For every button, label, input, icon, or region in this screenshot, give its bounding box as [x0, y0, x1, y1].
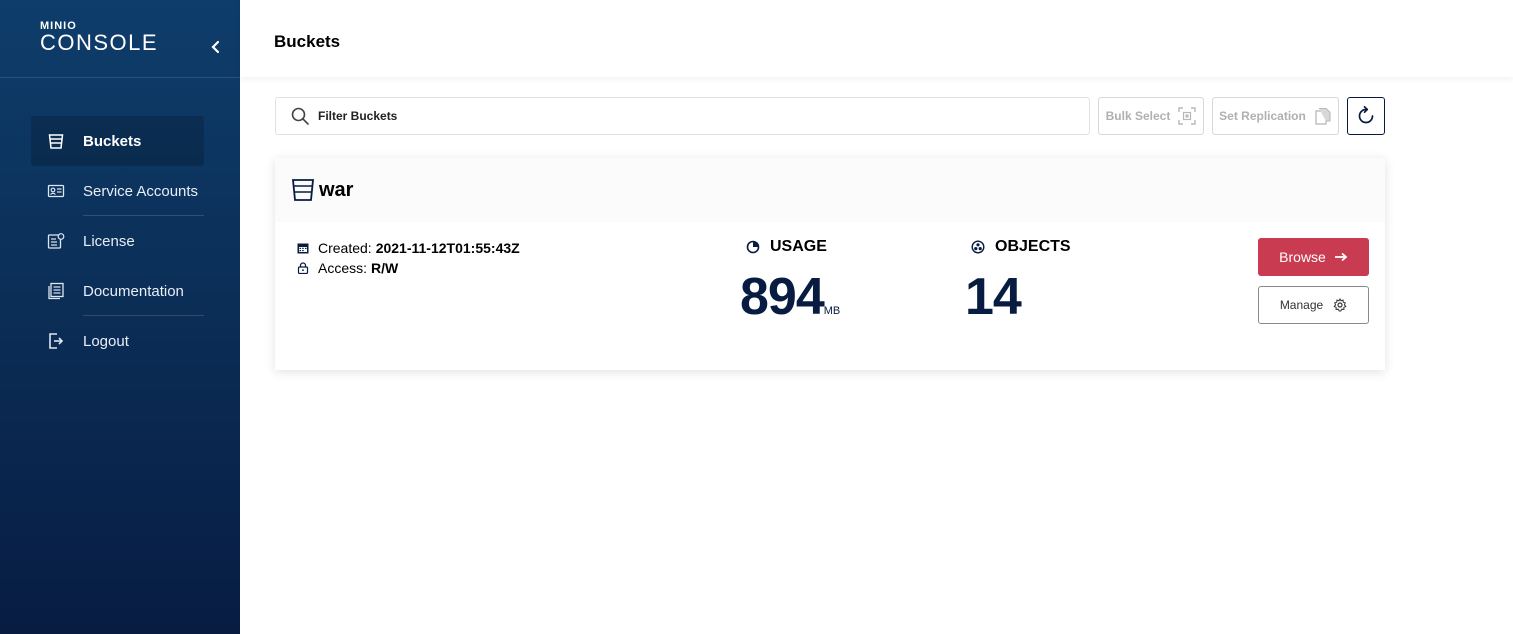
- logo-bottom-text: CONSOLE: [40, 30, 159, 55]
- objects-stat: OBJECTS 14: [965, 238, 1071, 324]
- access-label: Access:: [318, 260, 368, 276]
- manage-label: Manage: [1279, 298, 1324, 312]
- usage-unit: MB: [823, 305, 841, 317]
- sidebar-item-label: Documentation: [83, 282, 184, 300]
- browse-label: Browse: [1279, 249, 1326, 265]
- collapse-sidebar-button[interactable]: [204, 36, 228, 58]
- bulk-select-button[interactable]: Bulk Select: [1098, 97, 1204, 135]
- filter-buckets-input[interactable]: [318, 109, 1018, 123]
- usage-value-row: 894MB: [740, 270, 840, 338]
- gear-icon: [1333, 298, 1347, 312]
- usage-value: 894: [740, 268, 825, 326]
- usage-heading: USAGE: [746, 238, 840, 256]
- browse-button[interactable]: Browse: [1258, 238, 1369, 276]
- sidebar-item-label: License: [83, 232, 135, 250]
- search-icon: [291, 107, 309, 125]
- sidebar-item-buckets[interactable]: Buckets: [31, 116, 204, 166]
- sidebar-item-logout[interactable]: Logout: [31, 316, 204, 366]
- license-icon: [47, 232, 65, 250]
- lock-icon: [297, 262, 309, 274]
- arrow-right-icon: [1334, 252, 1348, 262]
- sidebar-item-label: Buckets: [83, 132, 142, 150]
- manage-button[interactable]: Manage: [1258, 286, 1369, 324]
- objects-value: 14: [965, 268, 1022, 326]
- page-header: Buckets: [240, 0, 1513, 77]
- bucket-icon: [47, 132, 65, 150]
- calendar-icon: [297, 242, 309, 254]
- service-account-icon: [47, 182, 65, 200]
- minio-console-logo[interactable]: MINIO CONSOLE: [40, 20, 158, 54]
- usage-stat: USAGE 894MB: [740, 238, 840, 338]
- pie-chart-icon: [746, 240, 760, 254]
- sidebar-item-license[interactable]: License: [31, 216, 204, 266]
- objects-heading: OBJECTS: [971, 238, 1071, 256]
- refresh-button[interactable]: [1347, 97, 1385, 135]
- sidebar-nav: Buckets Service Accounts License Documen…: [31, 116, 204, 366]
- access-value: R/W: [371, 260, 399, 276]
- set-replication-label: Set Replication: [1219, 109, 1306, 123]
- copy-icon: [1314, 107, 1332, 125]
- sidebar-item-service-accounts[interactable]: Service Accounts: [31, 166, 204, 216]
- created-value: 2021-11-12T01:55:43Z: [375, 240, 520, 256]
- bucket-name[interactable]: war: [319, 179, 353, 202]
- set-replication-button[interactable]: Set Replication: [1212, 97, 1339, 135]
- sidebar-item-documentation[interactable]: Documentation: [31, 266, 204, 316]
- chevron-left-icon: [211, 40, 220, 54]
- documentation-icon: [47, 282, 65, 300]
- created-row: Created: 2021-11-12T01:55:43Z: [297, 238, 520, 258]
- page-title: Buckets: [274, 32, 341, 51]
- refresh-icon: [1355, 105, 1377, 127]
- sidebar: MINIO CONSOLE Buckets Service Accounts L…: [0, 0, 240, 634]
- logout-icon: [47, 332, 65, 350]
- bucket-meta: Created: 2021-11-12T01:55:43Z Access: R/…: [297, 238, 520, 278]
- bucket-card[interactable]: war Created: 2021-11-12T01:55:43Z Access…: [275, 158, 1385, 370]
- sidebar-item-label: Service Accounts: [83, 182, 199, 200]
- access-row: Access: R/W: [297, 258, 520, 278]
- bulk-select-label: Bulk Select: [1105, 109, 1171, 123]
- sidebar-item-label: Logout: [83, 332, 129, 350]
- sidebar-divider: [0, 77, 240, 78]
- filter-buckets-field[interactable]: [275, 97, 1090, 135]
- bucket-card-header: war: [275, 158, 1385, 222]
- bucket-icon: [292, 179, 314, 201]
- objects-icon: [971, 240, 985, 254]
- created-label: Created:: [318, 240, 372, 256]
- usage-label: USAGE: [770, 238, 827, 255]
- select-all-icon: [1178, 107, 1197, 125]
- objects-label: OBJECTS: [995, 238, 1071, 255]
